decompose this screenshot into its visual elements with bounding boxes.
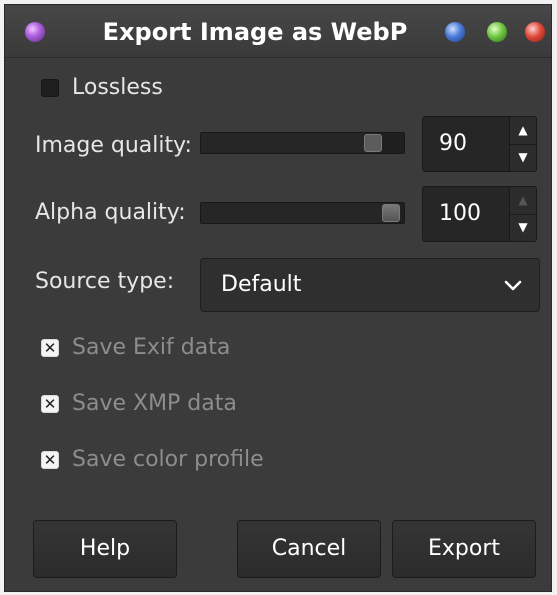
alpha-quality-spin-arrows: ▲ ▼ [509,187,536,241]
cancel-button[interactable]: Cancel [237,520,381,578]
save-exif-label[interactable]: Save Exif data [72,335,230,361]
alpha-quality-up-icon[interactable]: ▲ [510,187,536,215]
x-check-icon: ✕ [43,395,57,413]
image-quality-value[interactable]: 90 [439,130,467,158]
source-type-value: Default [221,272,302,297]
alpha-quality-slider-handle[interactable] [382,204,400,222]
alpha-quality-down-icon[interactable]: ▼ [510,214,536,241]
save-xmp-label[interactable]: Save XMP data [72,391,237,417]
image-quality-up-icon[interactable]: ▲ [510,117,536,145]
alpha-quality-label: Alpha quality: [35,200,186,225]
x-check-icon: ✕ [43,339,57,357]
lossless-checkbox[interactable] [41,79,59,97]
source-type-label: Source type: [35,269,175,294]
image-quality-label: Image quality: [35,133,192,158]
source-type-dropdown[interactable]: Default [200,258,540,312]
close-icon[interactable] [525,22,545,42]
alpha-quality-slider-fill [201,203,391,223]
window-title: Export Image as WebP [102,18,408,46]
title-bar[interactable]: Export Image as WebP [5,5,551,58]
alpha-quality-slider[interactable] [200,202,405,224]
image-quality-down-icon[interactable]: ▼ [510,144,536,171]
minimize-icon[interactable] [445,22,465,42]
app-icon [25,22,45,42]
export-button[interactable]: Export [392,520,536,578]
save-xmp-checkbox[interactable]: ✕ [41,395,59,413]
export-webp-dialog: Export Image as WebP Lossless Image qual… [4,4,552,592]
image-quality-spinbox[interactable]: 90 ▲ ▼ [422,116,537,172]
save-exif-checkbox[interactable]: ✕ [41,339,59,357]
alpha-quality-value[interactable]: 100 [439,200,481,228]
save-color-profile-label[interactable]: Save color profile [72,447,264,473]
save-color-profile-checkbox[interactable]: ✕ [41,451,59,469]
maximize-icon[interactable] [487,22,507,42]
image-quality-slider[interactable] [200,132,405,154]
lossless-label[interactable]: Lossless [72,75,163,101]
image-quality-slider-fill [201,133,373,153]
chevron-down-icon [504,280,522,291]
image-quality-slider-handle[interactable] [364,134,382,152]
help-button[interactable]: Help [33,520,177,578]
alpha-quality-spinbox[interactable]: 100 ▲ ▼ [422,186,537,242]
image-quality-spin-arrows: ▲ ▼ [509,117,536,171]
x-check-icon: ✕ [43,451,57,469]
